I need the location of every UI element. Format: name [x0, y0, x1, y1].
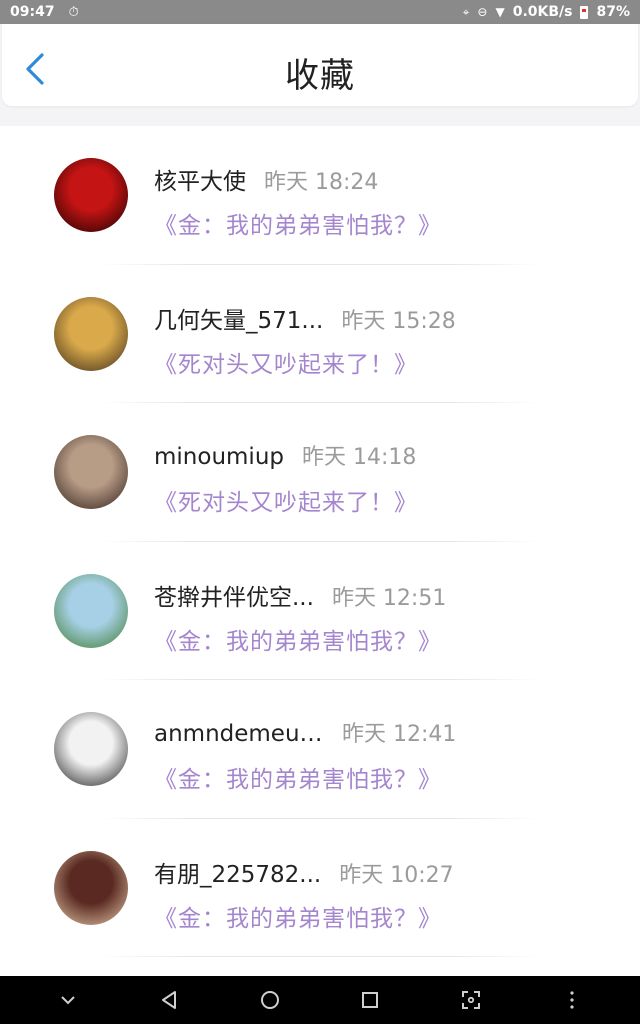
location-icon: ⌖	[462, 4, 470, 19]
user-name[interactable]: 有朋_225782...	[154, 855, 321, 889]
timestamp: 昨天 15:28	[341, 308, 456, 334]
navigation-bar	[0, 976, 640, 1024]
item-header: 核平大使 昨天 18:24	[154, 162, 378, 196]
list-item[interactable]: 有朋_225782... 昨天 10:27 《金：我的弟弟害怕我？》	[0, 819, 640, 958]
stopwatch-icon: ⏱	[68, 4, 79, 20]
user-name[interactable]: anmndemeul...	[154, 721, 324, 747]
list-item[interactable]: 几何矢量_571... 昨天 15:28 《死对头又吵起来了！》	[0, 265, 640, 404]
favorited-title-link[interactable]: 《金：我的弟弟害怕我？》	[154, 899, 442, 933]
item-header: minoumiup 昨天 14:18	[154, 439, 416, 471]
battery-icon	[580, 5, 589, 19]
item-header: 苍擀井伴优空... 昨天 12:51	[154, 578, 446, 612]
favorited-title-link[interactable]: 《死对头又吵起来了！》	[154, 345, 418, 379]
status-bar: 09:47 ⏱ ⌖ ⊖ ▼ 0.0KB/s 87%	[0, 0, 640, 24]
timestamp: 昨天 10:27	[339, 862, 454, 888]
avatar[interactable]	[54, 435, 128, 509]
header-bar: 收藏	[2, 24, 638, 106]
list-item[interactable]: 核平大使 昨天 18:24 《金：我的弟弟害怕我？》	[0, 126, 640, 265]
avatar[interactable]	[54, 712, 128, 786]
user-name[interactable]: 苍擀井伴优空...	[154, 578, 314, 612]
avatar[interactable]	[54, 573, 128, 648]
timestamp: 昨天 12:51	[331, 585, 447, 611]
item-header: 有朋_225782... 昨天 10:27	[154, 855, 454, 889]
favorites-list: 核平大使 昨天 18:24 《金：我的弟弟害怕我？》 几何矢量_571... 昨天 15…	[0, 126, 640, 976]
user-name[interactable]: 核平大使	[154, 162, 246, 196]
user-name[interactable]: minoumiup	[154, 444, 284, 470]
favorited-title-link[interactable]: 《金：我的弟弟害怕我？》	[154, 206, 442, 240]
avatar[interactable]	[54, 850, 128, 925]
timestamp: 昨天 14:18	[302, 445, 417, 470]
screenshot-icon[interactable]	[459, 988, 483, 1012]
do-not-disturb-icon: ⊖	[477, 5, 488, 19]
status-time: 09:47	[10, 4, 55, 20]
home-icon[interactable]	[258, 988, 282, 1012]
timestamp: 昨天 12:41	[342, 722, 457, 747]
list-item[interactable]: anmndemeul... 昨天 12:41 《金：我的弟弟害怕我？》	[0, 680, 640, 819]
recents-icon[interactable]	[358, 988, 382, 1012]
page-title: 收藏	[285, 56, 355, 96]
timestamp: 昨天 18:24	[264, 170, 379, 195]
avatar[interactable]	[54, 296, 128, 371]
chevron-down-icon[interactable]	[56, 988, 80, 1012]
avatar[interactable]	[54, 158, 128, 232]
back-nav-icon[interactable]	[157, 988, 181, 1012]
user-name[interactable]: 几何矢量_571...	[154, 301, 323, 335]
list-item[interactable]: minoumiup 昨天 14:18 《死对头又吵起来了！》	[0, 403, 640, 542]
battery-level: 87%	[596, 4, 630, 20]
wifi-icon: ▼	[495, 5, 505, 19]
item-header: anmndemeul... 昨天 12:41	[154, 716, 456, 748]
favorited-title-link[interactable]: 《金：我的弟弟害怕我？》	[154, 622, 442, 656]
network-speed: 0.0KB/s	[512, 4, 573, 20]
item-header: 几何矢量_571... 昨天 15:28	[154, 301, 456, 335]
status-indicators: ⌖ ⊖ ▼ 0.0KB/s 87%	[463, 4, 630, 20]
more-icon[interactable]	[560, 988, 584, 1012]
favorited-title-link[interactable]: 《死对头又吵起来了！》	[154, 483, 418, 517]
list-item[interactable]: 苍擀井伴优空... 昨天 12:51 《金：我的弟弟害怕我？》	[0, 542, 640, 681]
favorited-title-link[interactable]: 《金：我的弟弟害怕我？》	[154, 760, 442, 794]
